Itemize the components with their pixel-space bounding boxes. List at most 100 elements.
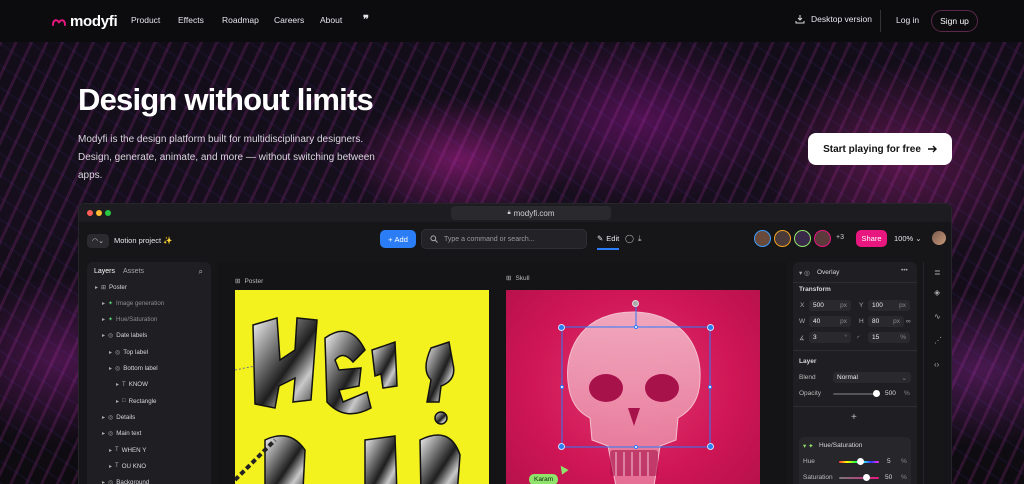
avatar[interactable] bbox=[814, 230, 831, 247]
degree-unit: ° bbox=[844, 334, 847, 341]
project-name[interactable]: Motion project ✨ bbox=[114, 236, 173, 245]
generator-icon: ✦ bbox=[108, 300, 114, 307]
avatar[interactable] bbox=[754, 230, 771, 247]
chevron-right-icon[interactable]: ▸ bbox=[102, 316, 105, 323]
layer-label: Image generation bbox=[116, 299, 165, 307]
nav-link-roadmap[interactable]: Roadmap bbox=[222, 15, 259, 25]
fill-icon[interactable]: ◈ bbox=[934, 288, 940, 297]
resize-handle[interactable] bbox=[558, 324, 565, 331]
edit-mode-tab[interactable]: ✎ Edit bbox=[597, 234, 619, 243]
hue-slider[interactable] bbox=[839, 458, 879, 465]
share-button[interactable]: Share bbox=[856, 230, 887, 247]
saturation-slider[interactable] bbox=[839, 474, 879, 481]
resize-handle[interactable] bbox=[707, 443, 714, 450]
url-bar: 🔒︎ modyfi.com bbox=[451, 206, 611, 220]
width-input[interactable]: 40 px bbox=[809, 316, 851, 327]
resize-handle[interactable] bbox=[708, 385, 712, 389]
nodes-icon[interactable]: ⋰ bbox=[934, 336, 942, 345]
chevron-right-icon[interactable]: ▸ bbox=[116, 398, 119, 405]
layers-search-icon[interactable]: ⌕ bbox=[199, 267, 203, 277]
project-menu-button[interactable]: ◠⌄ bbox=[87, 234, 109, 248]
resize-handle[interactable] bbox=[558, 443, 565, 450]
login-link[interactable]: Log in bbox=[896, 15, 919, 25]
layer-row[interactable]: ▸ ◎ Background bbox=[102, 478, 149, 484]
avatar[interactable] bbox=[794, 230, 811, 247]
layer-row[interactable]: ▸ ✦ Hue/Saturation bbox=[102, 315, 157, 325]
x-input[interactable]: 500 px bbox=[809, 300, 851, 311]
start-playing-button[interactable]: Start playing for free bbox=[808, 133, 952, 165]
chevron-right-icon[interactable]: ▸ bbox=[95, 284, 98, 291]
opacity-value[interactable]: 500 bbox=[885, 390, 896, 397]
command-search-input[interactable]: Type a command or search... bbox=[421, 229, 587, 249]
signup-button[interactable]: Sign up bbox=[931, 10, 978, 32]
avatar[interactable] bbox=[774, 230, 791, 247]
brand-logo[interactable]: modyfi bbox=[52, 13, 118, 30]
chevron-right-icon[interactable]: ▸ bbox=[109, 349, 112, 356]
poster-artwork[interactable] bbox=[235, 290, 489, 484]
comment-icon[interactable]: ◯ bbox=[625, 234, 634, 243]
rotate-handle[interactable] bbox=[632, 300, 639, 307]
nav-link-careers[interactable]: Careers bbox=[274, 15, 304, 25]
chevron-right-icon[interactable]: ▸ bbox=[109, 447, 112, 454]
chevron-right-icon[interactable]: ▸ bbox=[102, 300, 105, 307]
height-input[interactable]: 80 px bbox=[868, 316, 904, 327]
saturation-value[interactable]: 50 bbox=[885, 474, 892, 481]
rotation-input[interactable]: 3 ° bbox=[809, 332, 851, 343]
app-toolbar: ◠⌄ Motion project ✨ + Add Type a command… bbox=[79, 222, 951, 262]
chevron-right-icon[interactable]: ▸ bbox=[102, 332, 105, 339]
nav-link-product[interactable]: Product bbox=[131, 15, 160, 25]
saturation-slider-thumb[interactable] bbox=[863, 474, 870, 481]
chevron-down-icon[interactable]: ▾ ◎ bbox=[799, 269, 810, 277]
chevron-right-icon[interactable]: ▸ bbox=[102, 430, 105, 437]
layer-row[interactable]: ▸ ✦ Image generation bbox=[102, 298, 164, 308]
layer-row[interactable]: ▸ ⊞ Poster bbox=[95, 282, 127, 292]
opacity-slider-thumb[interactable] bbox=[873, 390, 880, 397]
radius-input[interactable]: 15% bbox=[868, 332, 910, 343]
nav-link-about[interactable]: About bbox=[320, 15, 342, 25]
blend-mode-select[interactable]: Normal ⌄ bbox=[833, 372, 911, 383]
saturation-label: Saturation bbox=[803, 474, 833, 481]
layer-row[interactable]: ▸ ◎ Date labels bbox=[102, 331, 147, 341]
zoom-level[interactable]: 100% ⌄ bbox=[894, 234, 922, 243]
layer-row[interactable]: ▸ ◎ Top label bbox=[109, 347, 148, 357]
resize-handle[interactable] bbox=[634, 445, 638, 449]
resize-handle[interactable] bbox=[560, 385, 564, 389]
layer-row[interactable]: ▸ T OU KNO bbox=[109, 461, 146, 471]
export-icon[interactable]: ⤓ bbox=[638, 234, 642, 244]
close-window-dot bbox=[87, 210, 93, 216]
hue-slider-thumb[interactable] bbox=[857, 458, 864, 465]
chevron-right-icon[interactable]: ▸ bbox=[109, 463, 112, 470]
layer-row[interactable]: ▸ □ Rectangle bbox=[116, 396, 157, 406]
link-icon[interactable]: ∞ bbox=[906, 318, 911, 325]
skull-artwork[interactable] bbox=[506, 290, 760, 484]
hue-value[interactable]: 5 bbox=[887, 458, 891, 465]
layer-row[interactable]: ▸ ◎ Details bbox=[102, 412, 135, 422]
add-button[interactable]: + Add bbox=[380, 230, 416, 248]
layer-row[interactable]: ▸ T WHEN Y bbox=[109, 445, 146, 455]
add-effect-button[interactable]: + bbox=[851, 412, 857, 423]
divider bbox=[793, 282, 917, 283]
wave-icon[interactable]: ∿ bbox=[934, 312, 941, 321]
desktop-version-link[interactable]: Desktop version bbox=[795, 14, 872, 24]
layers-stack-icon[interactable]: ≣ bbox=[934, 268, 941, 277]
layer-row[interactable]: ▸ ◎ Bottom label bbox=[109, 364, 158, 374]
chevron-right-icon[interactable]: ▸ bbox=[116, 381, 119, 388]
tab-layers[interactable]: Layers bbox=[94, 268, 115, 275]
chevron-right-icon[interactable]: ▸ bbox=[109, 365, 112, 372]
more-collaborators-count[interactable]: +3 bbox=[836, 234, 844, 241]
y-input[interactable]: 100 px bbox=[868, 300, 910, 311]
resize-handle[interactable] bbox=[634, 325, 638, 329]
more-options-icon[interactable]: ••• bbox=[901, 267, 908, 274]
opacity-slider[interactable] bbox=[833, 390, 880, 397]
chevron-right-icon[interactable]: ▸ bbox=[102, 479, 105, 484]
layer-row[interactable]: ▸ T KNOW bbox=[116, 380, 148, 390]
nav-link-effects[interactable]: Effects bbox=[178, 15, 204, 25]
resize-handle[interactable] bbox=[707, 324, 714, 331]
chevron-right-icon[interactable]: ▸ bbox=[102, 414, 105, 421]
design-canvas[interactable]: ⊞ Poster ⊞ Skull Karam bbox=[217, 262, 787, 484]
tab-assets[interactable]: Assets bbox=[123, 268, 144, 275]
quote-icon[interactable]: ❞ bbox=[363, 13, 369, 26]
code-icon[interactable]: ‹› bbox=[934, 360, 939, 369]
user-avatar[interactable] bbox=[932, 231, 946, 245]
layer-row[interactable]: ▸ ◎ Main text bbox=[102, 429, 141, 439]
